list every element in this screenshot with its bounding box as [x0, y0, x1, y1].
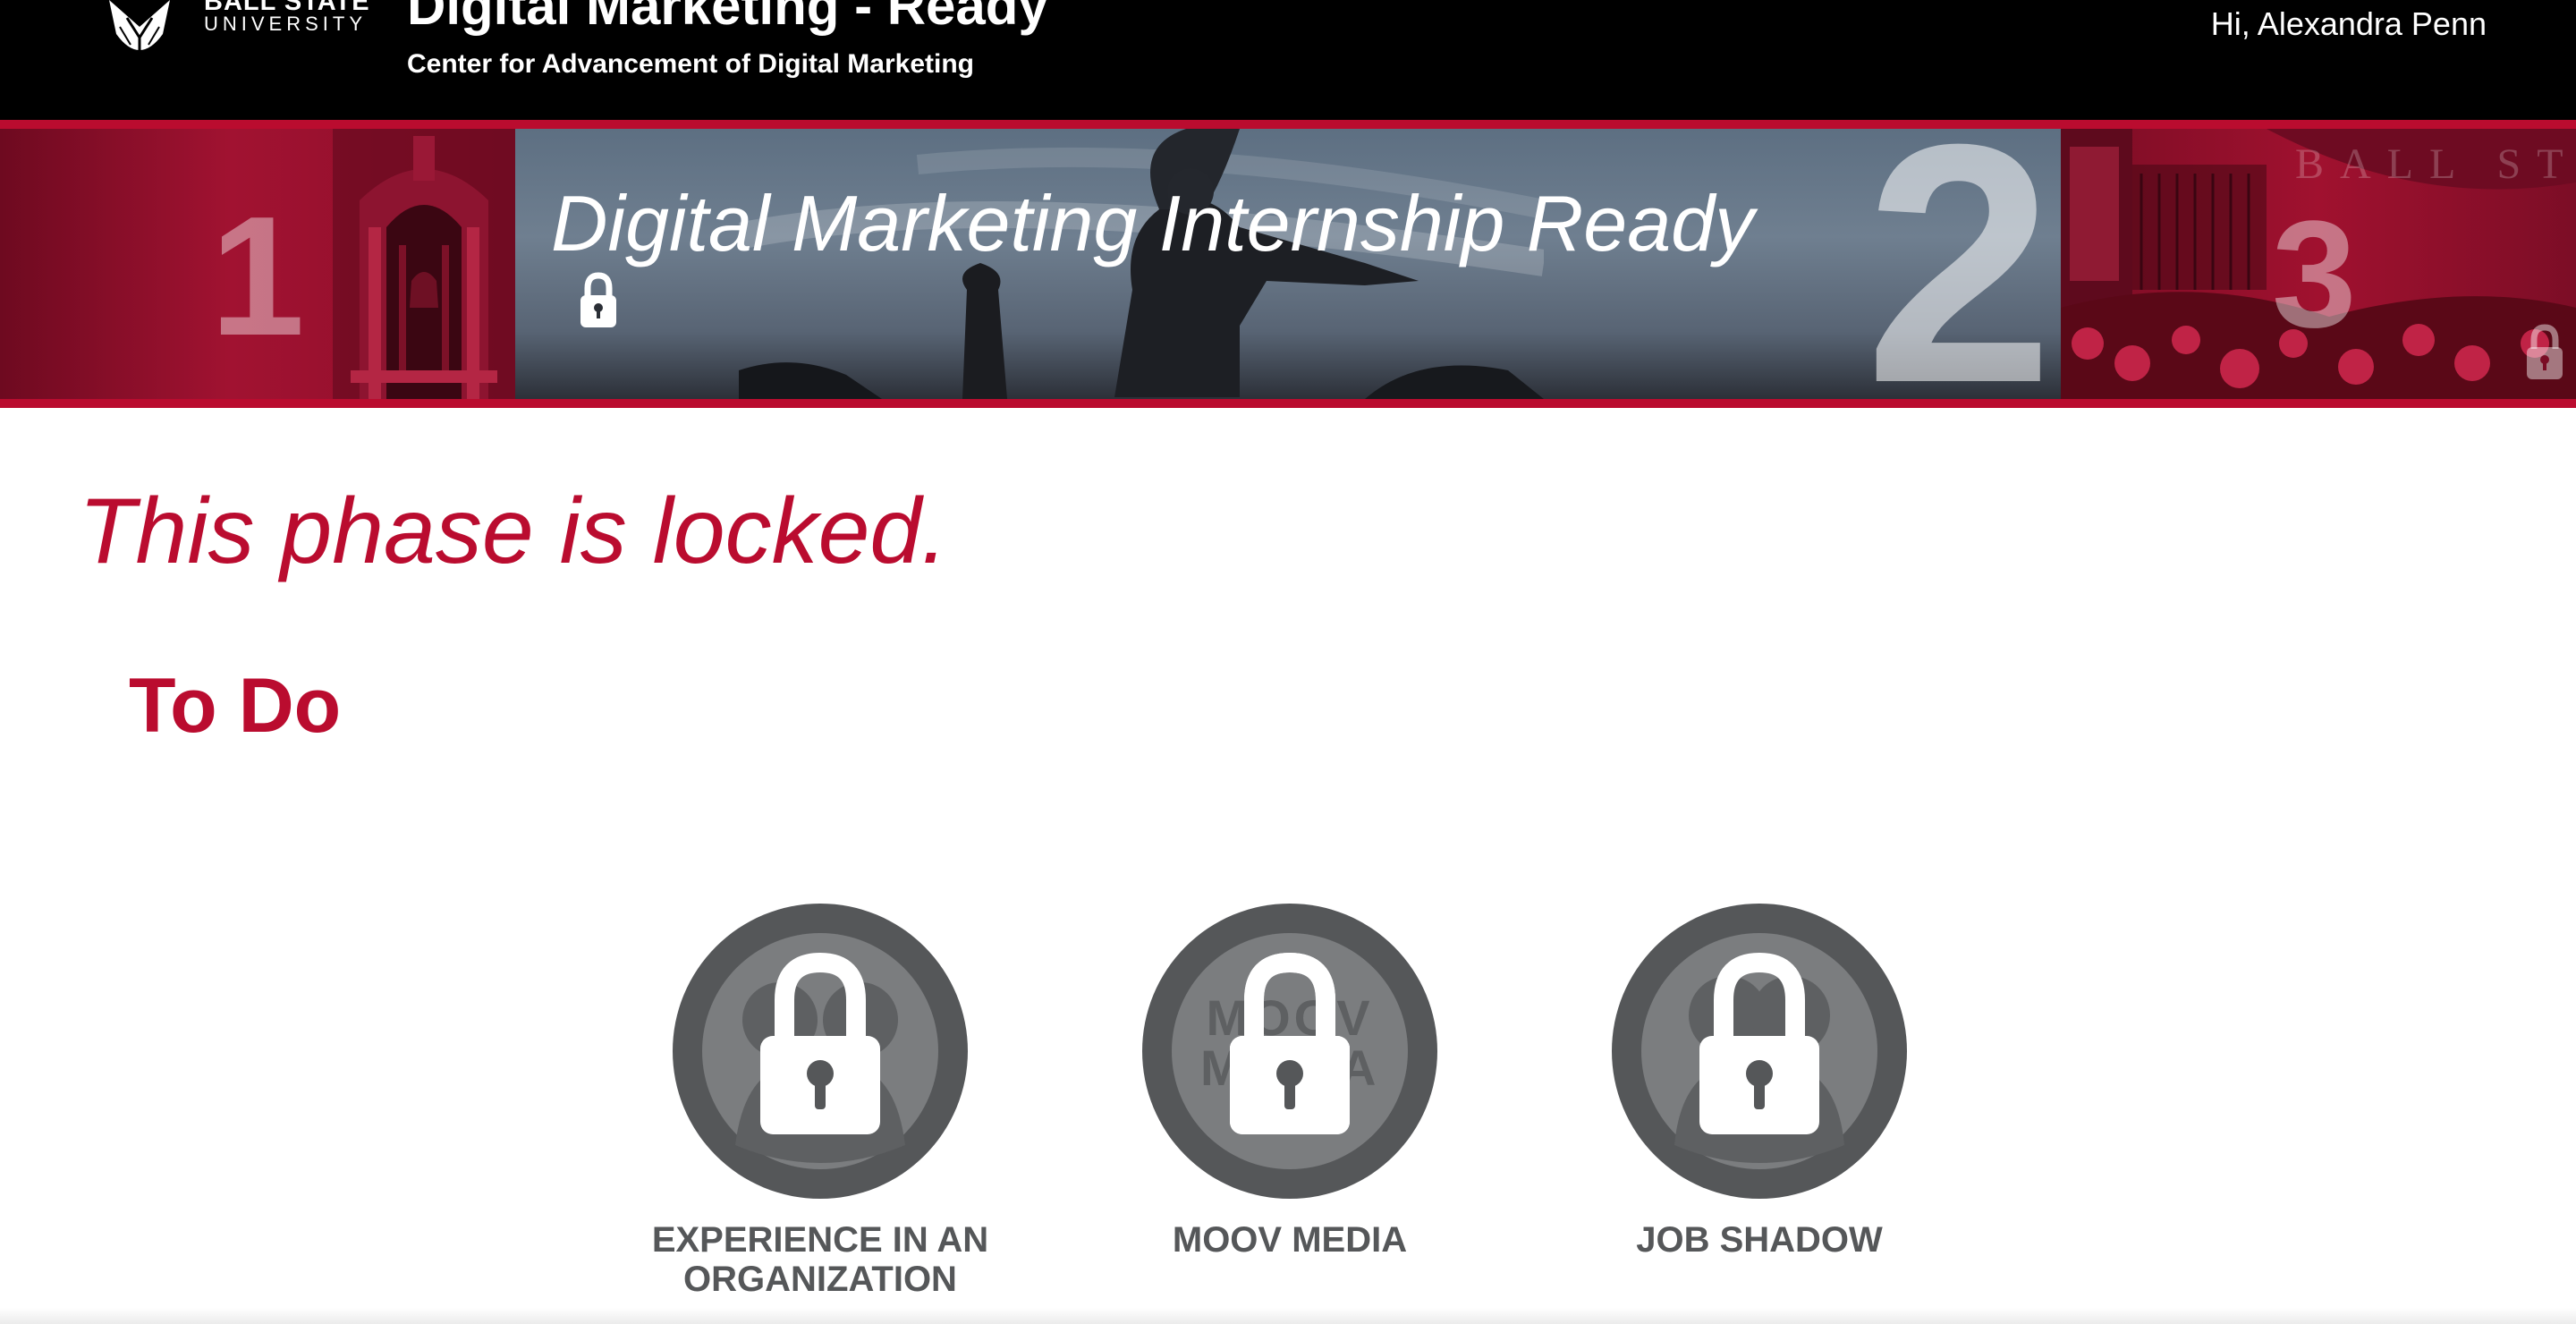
- bell-tower-image: [333, 129, 515, 399]
- page-subtitle: Center for Advancement of Digital Market…: [407, 49, 974, 79]
- phase-2-tile[interactable]: Digital Marketing Internship Ready 2: [515, 129, 2061, 399]
- lock-icon: [580, 272, 616, 327]
- locked-message: This phase is locked.: [79, 480, 948, 583]
- gate-lettering-text: BALL STATE UNIVERSITY: [2295, 140, 2576, 188]
- phase-2-title: Digital Marketing Internship Ready: [551, 179, 1755, 267]
- phase-banner: 1 Digital Marketing Internship Ready 2 B…: [0, 129, 2576, 399]
- badge-label: EXPERIENCE IN AN ORGANIZATION: [651, 1220, 989, 1299]
- lock-icon: [2527, 324, 2563, 379]
- phase-2-number: 2: [1864, 129, 2054, 399]
- phase-3-number: 3: [2272, 190, 2357, 360]
- phase-3-tile[interactable]: BALL STATE UNIVERSITY 3: [2061, 129, 2576, 399]
- todo-heading: To Do: [129, 663, 342, 749]
- badge-image: [1612, 904, 1907, 1199]
- cardinal-logo-icon: [109, 0, 170, 57]
- badge-image: [673, 904, 968, 1199]
- viewport-bottom-shadow: [0, 1308, 2576, 1324]
- badge-label: JOB SHADOW: [1636, 1220, 1883, 1260]
- banner-divider: [0, 399, 2576, 408]
- header-divider: [0, 120, 2576, 129]
- lock-icon: [1230, 952, 1350, 1134]
- gate-lettering: BALL STATE UNIVERSITY: [2295, 140, 2576, 189]
- logo-wordmark-bottom: UNIVERSITY: [204, 13, 368, 35]
- ball-state-logo[interactable]: BALL STATE UNIVERSITY: [100, 0, 369, 72]
- site-header: BALL STATE UNIVERSITY Digital Marketing …: [0, 0, 2576, 120]
- page-title: Digital Marketing - Ready: [407, 0, 1048, 36]
- phase-1-tile[interactable]: 1: [0, 129, 515, 399]
- phase-1-number: 1: [210, 182, 305, 371]
- badge-label: MOOV MEDIA: [1172, 1220, 1408, 1260]
- user-greeting[interactable]: Hi, Alexandra Penn: [2211, 5, 2487, 43]
